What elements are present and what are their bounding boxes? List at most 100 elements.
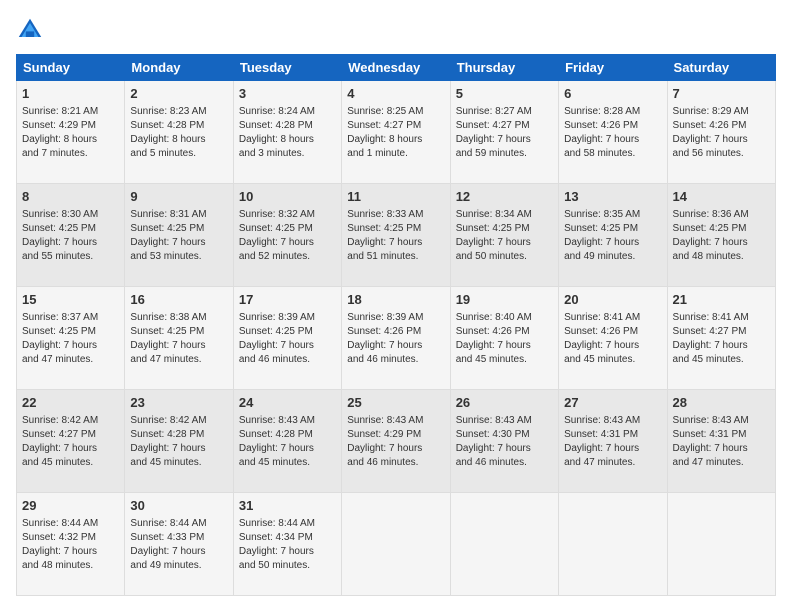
calendar-cell: 25Sunrise: 8:43 AMSunset: 4:29 PMDayligh…: [342, 390, 450, 493]
day-info: and 53 minutes.: [130, 250, 227, 264]
day-info: Sunrise: 8:43 AM: [564, 414, 661, 428]
day-info: Sunset: 4:32 PM: [22, 531, 119, 545]
day-info: Sunrise: 8:38 AM: [130, 311, 227, 325]
day-info: Sunset: 4:26 PM: [673, 119, 770, 133]
calendar-cell: 4Sunrise: 8:25 AMSunset: 4:27 PMDaylight…: [342, 81, 450, 184]
day-info: Daylight: 7 hours: [22, 236, 119, 250]
day-info: Daylight: 7 hours: [347, 442, 444, 456]
day-info: Sunset: 4:27 PM: [456, 119, 553, 133]
day-info: and 47 minutes.: [130, 353, 227, 367]
day-info: Daylight: 7 hours: [130, 545, 227, 559]
day-info: and 52 minutes.: [239, 250, 336, 264]
calendar-cell: 9Sunrise: 8:31 AMSunset: 4:25 PMDaylight…: [125, 184, 233, 287]
day-info: Daylight: 7 hours: [673, 339, 770, 353]
day-number: 30: [130, 497, 227, 515]
day-info: and 48 minutes.: [22, 559, 119, 573]
calendar-cell: 13Sunrise: 8:35 AMSunset: 4:25 PMDayligh…: [559, 184, 667, 287]
calendar-cell: [667, 493, 775, 596]
day-number: 18: [347, 291, 444, 309]
calendar-cell: 31Sunrise: 8:44 AMSunset: 4:34 PMDayligh…: [233, 493, 341, 596]
day-number: 27: [564, 394, 661, 412]
day-info: Daylight: 7 hours: [673, 133, 770, 147]
day-info: Sunset: 4:25 PM: [347, 222, 444, 236]
day-info: Sunset: 4:28 PM: [239, 119, 336, 133]
day-info: Sunrise: 8:39 AM: [347, 311, 444, 325]
day-number: 22: [22, 394, 119, 412]
day-info: and 46 minutes.: [456, 456, 553, 470]
day-info: Sunset: 4:26 PM: [456, 325, 553, 339]
day-info: Daylight: 7 hours: [673, 236, 770, 250]
calendar-cell: 10Sunrise: 8:32 AMSunset: 4:25 PMDayligh…: [233, 184, 341, 287]
logo: [16, 16, 48, 44]
calendar-cell: 12Sunrise: 8:34 AMSunset: 4:25 PMDayligh…: [450, 184, 558, 287]
day-info: Sunrise: 8:28 AM: [564, 105, 661, 119]
day-info: Daylight: 7 hours: [456, 442, 553, 456]
calendar-cell: [342, 493, 450, 596]
day-info: Daylight: 7 hours: [22, 442, 119, 456]
day-info: Sunrise: 8:31 AM: [130, 208, 227, 222]
week-row-4: 22Sunrise: 8:42 AMSunset: 4:27 PMDayligh…: [17, 390, 776, 493]
day-info: Sunset: 4:26 PM: [564, 119, 661, 133]
calendar-cell: 19Sunrise: 8:40 AMSunset: 4:26 PMDayligh…: [450, 287, 558, 390]
calendar-cell: 11Sunrise: 8:33 AMSunset: 4:25 PMDayligh…: [342, 184, 450, 287]
col-header-tuesday: Tuesday: [233, 55, 341, 81]
day-info: and 49 minutes.: [564, 250, 661, 264]
day-number: 21: [673, 291, 770, 309]
day-info: Daylight: 7 hours: [347, 236, 444, 250]
calendar-cell: 18Sunrise: 8:39 AMSunset: 4:26 PMDayligh…: [342, 287, 450, 390]
day-info: Sunrise: 8:44 AM: [239, 517, 336, 531]
day-info: and 47 minutes.: [673, 456, 770, 470]
day-info: Sunrise: 8:23 AM: [130, 105, 227, 119]
page: SundayMondayTuesdayWednesdayThursdayFrid…: [0, 0, 792, 612]
day-number: 4: [347, 85, 444, 103]
day-info: Sunrise: 8:32 AM: [239, 208, 336, 222]
day-number: 5: [456, 85, 553, 103]
day-info: Daylight: 7 hours: [239, 339, 336, 353]
day-info: Daylight: 7 hours: [564, 339, 661, 353]
day-info: Daylight: 7 hours: [456, 236, 553, 250]
day-number: 19: [456, 291, 553, 309]
day-info: Sunrise: 8:34 AM: [456, 208, 553, 222]
calendar-cell: 29Sunrise: 8:44 AMSunset: 4:32 PMDayligh…: [17, 493, 125, 596]
day-info: Daylight: 8 hours: [130, 133, 227, 147]
day-info: Sunrise: 8:40 AM: [456, 311, 553, 325]
logo-icon: [16, 16, 44, 44]
col-header-monday: Monday: [125, 55, 233, 81]
day-info: Daylight: 7 hours: [239, 236, 336, 250]
day-info: Sunrise: 8:43 AM: [239, 414, 336, 428]
col-header-thursday: Thursday: [450, 55, 558, 81]
col-header-wednesday: Wednesday: [342, 55, 450, 81]
day-info: Sunrise: 8:30 AM: [22, 208, 119, 222]
day-info: Daylight: 7 hours: [564, 133, 661, 147]
day-info: and 45 minutes.: [564, 353, 661, 367]
day-info: Daylight: 7 hours: [130, 339, 227, 353]
day-number: 25: [347, 394, 444, 412]
week-row-5: 29Sunrise: 8:44 AMSunset: 4:32 PMDayligh…: [17, 493, 776, 596]
day-info: Sunset: 4:33 PM: [130, 531, 227, 545]
day-info: Sunset: 4:34 PM: [239, 531, 336, 545]
day-info: Daylight: 7 hours: [564, 236, 661, 250]
day-number: 20: [564, 291, 661, 309]
day-number: 10: [239, 188, 336, 206]
day-number: 17: [239, 291, 336, 309]
week-row-3: 15Sunrise: 8:37 AMSunset: 4:25 PMDayligh…: [17, 287, 776, 390]
day-info: Sunrise: 8:42 AM: [22, 414, 119, 428]
day-info: Sunrise: 8:37 AM: [22, 311, 119, 325]
day-info: Sunrise: 8:39 AM: [239, 311, 336, 325]
day-info: Sunrise: 8:33 AM: [347, 208, 444, 222]
day-info: Sunset: 4:29 PM: [347, 428, 444, 442]
calendar-cell: [559, 493, 667, 596]
day-info: Daylight: 7 hours: [22, 545, 119, 559]
day-info: Sunset: 4:25 PM: [564, 222, 661, 236]
day-info: Sunset: 4:25 PM: [22, 325, 119, 339]
day-info: and 45 minutes.: [673, 353, 770, 367]
day-info: and 46 minutes.: [347, 353, 444, 367]
day-info: Sunrise: 8:41 AM: [564, 311, 661, 325]
calendar-cell: 1Sunrise: 8:21 AMSunset: 4:29 PMDaylight…: [17, 81, 125, 184]
week-row-2: 8Sunrise: 8:30 AMSunset: 4:25 PMDaylight…: [17, 184, 776, 287]
calendar-cell: 24Sunrise: 8:43 AMSunset: 4:28 PMDayligh…: [233, 390, 341, 493]
day-info: and 47 minutes.: [22, 353, 119, 367]
day-info: Sunset: 4:30 PM: [456, 428, 553, 442]
day-info: Sunrise: 8:43 AM: [456, 414, 553, 428]
calendar-cell: 22Sunrise: 8:42 AMSunset: 4:27 PMDayligh…: [17, 390, 125, 493]
